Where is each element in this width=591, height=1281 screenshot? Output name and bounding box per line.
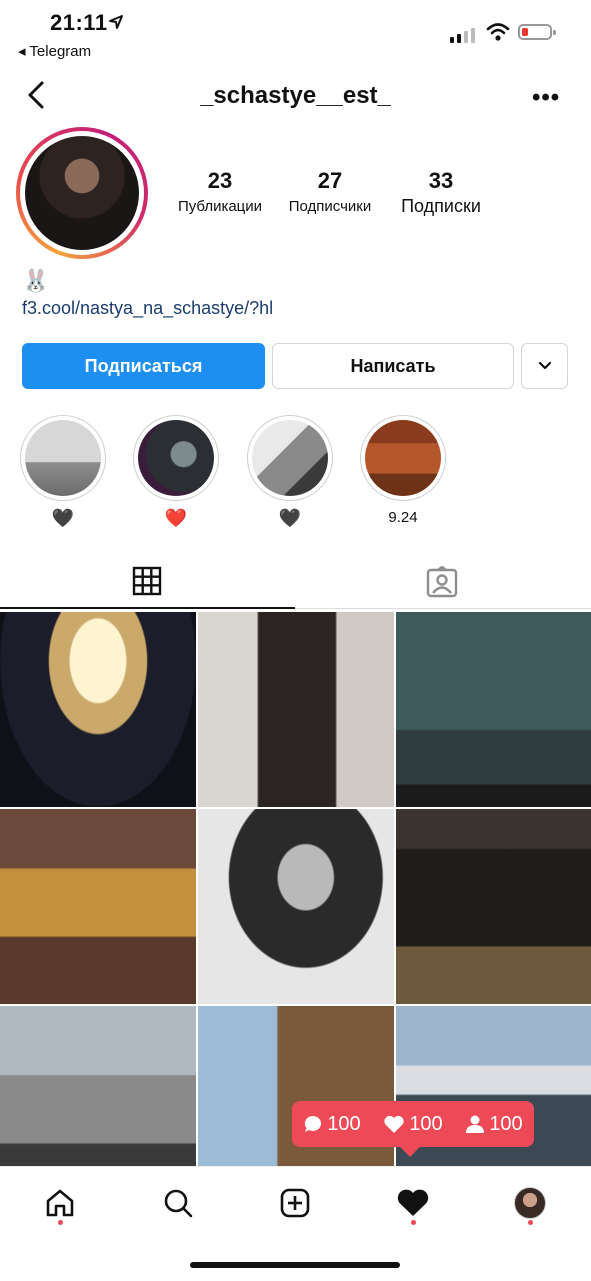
post-thumbnail[interactable]	[396, 612, 591, 807]
notif-comments: 100	[303, 1112, 361, 1136]
highlight-caption: ❤️	[164, 508, 188, 528]
highlight-cover	[252, 420, 328, 496]
active-tab-indicator	[0, 607, 295, 609]
bio-emoji: 🐰	[22, 268, 50, 293]
suggested-dropdown-button[interactable]	[521, 343, 568, 389]
stat-followers-label: Подписчики	[288, 198, 372, 215]
notif-followers: 100	[465, 1112, 523, 1136]
highlight-caption: 9.24	[388, 509, 418, 526]
home-icon[interactable]	[40, 1183, 80, 1223]
activity-notification[interactable]: 100 100 100	[292, 1101, 534, 1157]
story-highlight[interactable]: 9.24	[360, 415, 446, 529]
message-button[interactable]: Написать	[272, 343, 514, 389]
story-highlight[interactable]: 🖤	[247, 415, 333, 529]
stat-posts-label: Публикации	[177, 198, 263, 215]
notif-likes-count: 100	[409, 1112, 443, 1135]
post-thumbnail[interactable]	[396, 809, 591, 1004]
notif-comments-count: 100	[327, 1112, 361, 1135]
stat-posts[interactable]: 23 Публикации	[168, 168, 272, 215]
post-thumbnail[interactable]	[0, 612, 196, 807]
highlight-cover	[25, 420, 101, 496]
cellular-signal-icon	[450, 28, 475, 43]
stat-following-value: 33	[428, 168, 454, 193]
search-icon[interactable]	[158, 1183, 198, 1223]
bio-link[interactable]: f3.cool/nastya_na_schastye/?hl	[22, 298, 273, 319]
notif-likes: 100	[383, 1112, 443, 1136]
profile-avatar-story-ring[interactable]	[16, 127, 148, 259]
stat-followers-value: 27	[317, 168, 343, 193]
profile-notification-dot	[528, 1220, 533, 1225]
location-arrow-icon	[109, 15, 123, 29]
stat-following[interactable]: 33 Подписки	[390, 168, 492, 217]
highlight-caption: 🖤	[51, 508, 75, 528]
post-thumbnail[interactable]	[198, 809, 394, 1004]
new-post-icon[interactable]	[275, 1183, 315, 1223]
story-highlight[interactable]: ❤️	[133, 415, 219, 529]
highlight-cover	[365, 420, 441, 496]
post-thumbnail[interactable]	[0, 809, 196, 1004]
profile-username: _schastye__est_	[200, 82, 391, 109]
profile-avatar[interactable]	[510, 1183, 550, 1223]
activity-notification-dot	[411, 1220, 416, 1225]
home-indicator	[190, 1262, 400, 1268]
stat-following-label: Подписки	[401, 196, 481, 216]
chevron-down-icon	[538, 361, 551, 370]
follow-button[interactable]: Подписаться	[22, 343, 265, 389]
heart-icon	[384, 1115, 404, 1133]
comment-icon	[305, 1115, 322, 1132]
stat-followers[interactable]: 27 Подписчики	[278, 168, 382, 215]
highlight-cover	[138, 420, 214, 496]
back-to-telegram[interactable]: ◂ Telegram	[18, 42, 91, 60]
stat-posts-value: 23	[207, 168, 233, 193]
wifi-icon	[486, 23, 510, 41]
highlight-caption: 🖤	[278, 508, 302, 528]
profile-photo	[25, 136, 139, 250]
grid-icon[interactable]	[132, 566, 162, 596]
person-icon	[466, 1115, 485, 1133]
battery-icon	[518, 24, 556, 40]
tagged-icon[interactable]	[426, 566, 458, 598]
status-time: 21:11	[50, 10, 108, 35]
story-highlight[interactable]: 🖤	[20, 415, 106, 529]
post-thumbnail[interactable]	[198, 612, 394, 807]
home-notification-dot	[58, 1220, 63, 1225]
more-horizontal-icon[interactable]: •••	[532, 84, 560, 112]
notif-followers-count: 100	[489, 1112, 523, 1135]
activity-heart-icon[interactable]	[393, 1183, 433, 1223]
